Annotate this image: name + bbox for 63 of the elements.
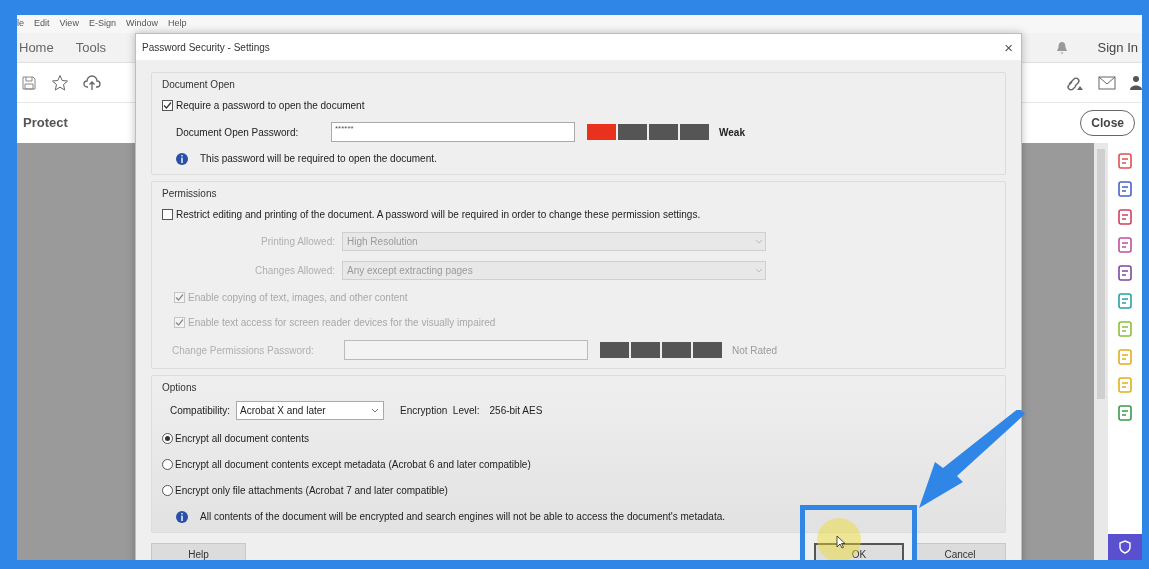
radio-label: Encrypt all document contents (175, 432, 309, 446)
radio-button[interactable] (162, 485, 173, 496)
mail-icon[interactable] (1098, 75, 1116, 90)
menu-item[interactable]: View (59, 17, 79, 31)
menu-item[interactable]: Edit (34, 17, 50, 31)
menu-item[interactable]: Help (167, 17, 187, 31)
bell-icon[interactable] (1055, 40, 1068, 55)
field-label: Compatibility: (170, 404, 231, 418)
field-label: Document Open Password: (176, 125, 300, 140)
radio-label: Encrypt all document contents except metadata (Acrobat 6 and later compatible) (175, 458, 531, 472)
group-heading: Document Open (162, 78, 235, 92)
save-icon[interactable] (21, 74, 37, 91)
tab[interactable]: Tools (75, 37, 107, 58)
ok-button[interactable]: OK (814, 543, 904, 560)
field-label: Change Permissions Password: (172, 343, 315, 358)
password-field[interactable]: ****** (331, 122, 575, 142)
compatibility-dropdown[interactable]: Acrobat X and later (236, 401, 385, 420)
tool-icon[interactable] (1118, 265, 1132, 281)
person-icon[interactable] (1130, 74, 1142, 91)
checkbox-label: Enable text access for screen reader devices for the visually impaired (188, 316, 496, 330)
tool-icon[interactable] (1118, 181, 1132, 197)
encryption-value: 256-bit AES (489, 404, 543, 418)
strength-reading: Weak (719, 125, 745, 140)
caret-icon (755, 238, 763, 245)
star-icon[interactable] (51, 73, 69, 92)
info-icon (176, 510, 188, 523)
group-heading: Permissions (162, 187, 217, 201)
sign-in-link[interactable]: Sign In (1097, 37, 1138, 58)
checkbox[interactable] (162, 100, 173, 111)
radio-button[interactable] (162, 433, 173, 444)
dialog-title: Password Security - Settings (142, 40, 270, 55)
tool-icon[interactable] (1118, 153, 1132, 169)
panel-title: Protect (23, 114, 68, 133)
checkbox-label: Enable copying of text, images, and other content (188, 291, 408, 305)
group-heading: Options (162, 381, 197, 395)
radio-label: Encrypt only file attachments (Acrobat 7 and later compatible) (175, 484, 448, 498)
info-text: All contents of the document will be encrypted and search engines will not be able to access the document's metadata. (200, 510, 725, 524)
tab[interactable]: Home (19, 37, 54, 58)
help-button[interactable]: Help (151, 543, 246, 560)
scrollbar[interactable] (1097, 149, 1105, 399)
field-label: Printing Allowed: (260, 235, 336, 249)
checkbox-label: Restrict editing and printing of the document. A password will be required in order to change these permission settings. (176, 208, 701, 222)
mouse-pointer-icon (836, 535, 846, 549)
caret-icon (755, 267, 763, 274)
radio-button[interactable] (162, 459, 173, 470)
info-icon (176, 152, 188, 165)
tool-icon[interactable] (1118, 209, 1132, 225)
caret-icon (371, 407, 380, 414)
upload-cloud-icon[interactable] (83, 74, 101, 91)
menu-item[interactable]: E-Sign (88, 17, 116, 31)
tool-icon[interactable] (1118, 293, 1132, 309)
strength-reading: Not Rated (732, 343, 778, 358)
field-label: Changes Allowed: (253, 264, 336, 278)
tool-icon[interactable] (1118, 405, 1132, 421)
close-button[interactable]: Close (1080, 110, 1135, 136)
info-text: This password will be required to open the document. (200, 152, 437, 166)
menu-item[interactable]: le (17, 17, 24, 31)
tool-icon[interactable] (1118, 237, 1132, 253)
field-label: Encryption Level: (400, 404, 480, 418)
menu-item[interactable]: Window (125, 17, 158, 31)
shield-icon[interactable] (1108, 534, 1142, 560)
checkbox-label: Require a password to open the document (176, 99, 365, 113)
cancel-button[interactable]: Cancel (914, 543, 1006, 560)
